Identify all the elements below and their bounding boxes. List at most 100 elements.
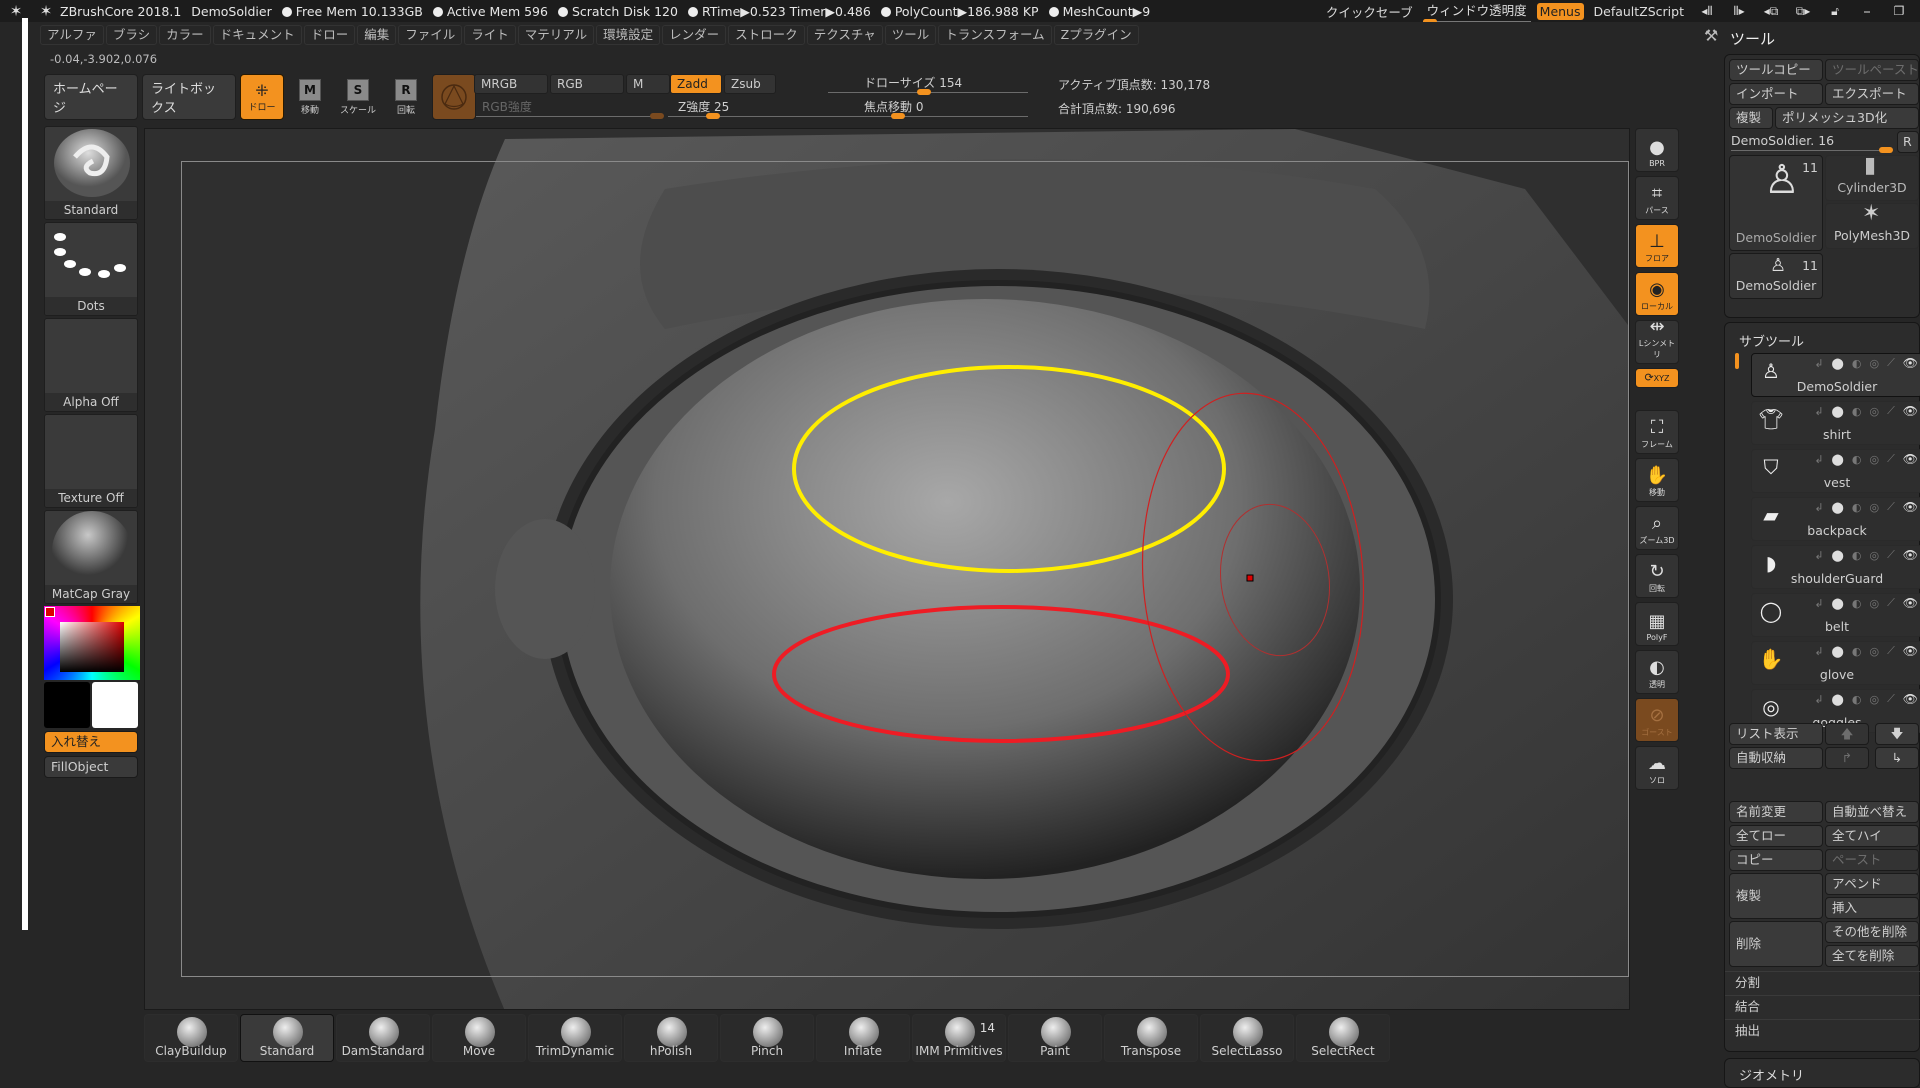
homepage-button[interactable]: ホームページ (44, 74, 138, 120)
double-circle-icon[interactable]: ◎ (1869, 693, 1879, 706)
move-down-button[interactable]: 🡇 (1875, 723, 1919, 745)
swap-colors-button[interactable]: 入れ替え (44, 731, 138, 753)
shelf-button-solo[interactable]: ☁ ソロ (1635, 746, 1679, 790)
texture-selector[interactable]: Texture Off (44, 414, 138, 508)
half-circle-icon[interactable]: ◐ (1852, 357, 1862, 370)
polypaint-toggle-icon[interactable]: ⬤ (1832, 645, 1844, 658)
subtool-paste-button[interactable]: ペースト (1825, 849, 1919, 871)
menu-texture[interactable]: テクスチャ (806, 25, 883, 45)
arrow-merge-icon[interactable]: ↲ (1814, 501, 1823, 514)
shelf-button-local[interactable]: ◉ ローカル (1635, 272, 1679, 316)
delete-button[interactable]: 削除 (1729, 921, 1823, 967)
mrgb-button[interactable]: MRGB (474, 74, 548, 94)
double-circle-icon[interactable]: ◎ (1869, 405, 1879, 418)
menu-transform[interactable]: トランスフォーム (938, 25, 1052, 45)
zsub-button[interactable]: Zsub (724, 74, 776, 94)
insert-button[interactable]: 挿入 (1825, 897, 1919, 919)
brush-icon[interactable]: ⟋ (1887, 644, 1895, 658)
polypaint-toggle-icon[interactable]: ⬤ (1832, 357, 1844, 370)
shelf-button-bpr[interactable]: ● BPR (1635, 128, 1679, 172)
m-button[interactable]: M (626, 74, 670, 94)
eye-visibility-icon[interactable]: 👁︎ (1903, 452, 1918, 466)
brush-button-standard[interactable]: Standard (240, 1014, 334, 1062)
shelf-button-move[interactable]: ✋ 移動 (1635, 458, 1679, 502)
extract-subpalette[interactable]: 抽出 (1725, 1019, 1920, 1041)
minimize-icon[interactable]: ⎯ (1854, 2, 1880, 20)
make-polymesh-button[interactable]: ポリメッシュ3D化 (1775, 107, 1919, 129)
brush-icon[interactable]: ⟋ (1887, 356, 1895, 370)
subtool-item[interactable]: ♙ ↲ ⬤ ◐ ◎ ⟋ 👁︎ DemoSoldier (1751, 353, 1920, 397)
polypaint-toggle-icon[interactable]: ⬤ (1832, 549, 1844, 562)
brush-button-move[interactable]: Move (432, 1014, 526, 1062)
subtool-item[interactable]: 👕︎ ↲ ⬤ ◐ ◎ ⟋ 👁︎ shirt (1751, 401, 1920, 445)
tool-thumb-polymesh3d[interactable]: ✶ PolyMesh3D (1825, 203, 1919, 249)
zadd-button[interactable]: Zadd (670, 74, 722, 94)
alpha-selector[interactable]: Alpha Off (44, 318, 138, 412)
export-button[interactable]: エクスポート (1825, 83, 1919, 105)
material-selector[interactable]: MatCap Gray (44, 510, 138, 604)
menu-document[interactable]: ドキュメント (212, 25, 302, 45)
menu-brush[interactable]: ブラシ (105, 25, 158, 45)
tool-thumb-demosoldier-2[interactable]: 11 ♙ DemoSoldier (1729, 253, 1823, 299)
list-view-button[interactable]: リスト表示 (1729, 723, 1823, 745)
brush-button-pinch[interactable]: Pinch (720, 1014, 814, 1062)
menu-render[interactable]: レンダー (662, 25, 727, 45)
half-circle-icon[interactable]: ◐ (1852, 453, 1862, 466)
arrow-merge-icon[interactable]: ↲ (1814, 693, 1823, 706)
rgb-intensity-knob[interactable] (650, 113, 664, 119)
brush-icon[interactable]: ⟋ (1887, 500, 1895, 514)
menu-zplugin[interactable]: Zプラグイン (1053, 25, 1139, 45)
brush-button-hpolish[interactable]: hPolish (624, 1014, 718, 1062)
subtool-scrollbar[interactable] (1735, 353, 1739, 369)
clone-button[interactable]: 複製 (1729, 107, 1773, 129)
polypaint-toggle-icon[interactable]: ⬤ (1832, 405, 1844, 418)
eye-visibility-icon[interactable]: 👁︎ (1903, 548, 1918, 562)
viewport-canvas[interactable] (144, 128, 1630, 1010)
half-circle-icon[interactable]: ◐ (1852, 693, 1862, 706)
menu-preferences[interactable]: 環境設定 (596, 25, 661, 45)
auto-reorder-button[interactable]: 自動並べ替え (1825, 801, 1919, 823)
polypaint-toggle-icon[interactable]: ⬤ (1832, 453, 1844, 466)
shelf-button-frame[interactable]: ⛶ フレーム (1635, 410, 1679, 454)
brush-button-transpose[interactable]: Transpose (1104, 1014, 1198, 1062)
delete-all-button[interactable]: 全てを削除 (1825, 945, 1919, 967)
draw-mode-button[interactable]: ⁜ ドロー (240, 74, 284, 120)
half-circle-icon[interactable]: ◐ (1852, 405, 1862, 418)
shrink-tray-icon[interactable]: ◂⦀ (1694, 2, 1720, 20)
duplicate-button[interactable]: 複製 (1729, 873, 1823, 919)
shelf-button-floor[interactable]: ⊥ フロア (1635, 224, 1679, 268)
double-circle-icon[interactable]: ◎ (1869, 357, 1879, 370)
import-button[interactable]: インポート (1729, 83, 1823, 105)
subtool-copy-button[interactable]: コピー (1729, 849, 1823, 871)
tool-copy-button[interactable]: ツールコピー (1729, 59, 1823, 81)
geometry-section[interactable]: ジオメトリ (1724, 1058, 1920, 1088)
focal-shift-slider[interactable] (828, 116, 1028, 117)
tool-slider-knob[interactable] (1879, 147, 1893, 153)
brush-icon[interactable]: ⟋ (1887, 404, 1895, 418)
subtool-item[interactable]: ⛉ ↲ ⬤ ◐ ◎ ⟋ 👁︎ vest (1751, 449, 1920, 493)
half-circle-icon[interactable]: ◐ (1852, 645, 1862, 658)
tool-paste-button[interactable]: ツールペースト (1825, 59, 1919, 81)
rename-button[interactable]: 名前変更 (1729, 801, 1823, 823)
secondary-color-swatch[interactable] (92, 682, 138, 728)
color-picker[interactable] (44, 606, 140, 680)
double-circle-icon[interactable]: ◎ (1869, 549, 1879, 562)
polypaint-toggle-icon[interactable]: ⬤ (1832, 597, 1844, 610)
arrow-merge-icon[interactable]: ↲ (1814, 405, 1823, 418)
eye-visibility-icon[interactable]: 👁︎ (1903, 692, 1918, 706)
arrow-merge-icon[interactable]: ↲ (1814, 597, 1823, 610)
next-layout-icon[interactable]: ⧉▸ (1790, 2, 1816, 20)
delete-other-button[interactable]: その他を削除 (1825, 921, 1919, 943)
menu-material[interactable]: マテリアル (517, 25, 595, 45)
menu-edit[interactable]: 編集 (357, 25, 397, 45)
arrow-merge-icon[interactable]: ↲ (1814, 549, 1823, 562)
rgb-button[interactable]: RGB (550, 74, 624, 94)
arrow-merge-icon[interactable]: ↲ (1814, 453, 1823, 466)
brush-button-paint[interactable]: Paint (1008, 1014, 1102, 1062)
subtool-item[interactable]: ▰ ↲ ⬤ ◐ ◎ ⟋ 👁︎ backpack (1751, 497, 1920, 541)
double-circle-icon[interactable]: ◎ (1869, 597, 1879, 610)
polypaint-toggle-icon[interactable]: ⬤ (1832, 501, 1844, 514)
brush-button-inflate[interactable]: Inflate (816, 1014, 910, 1062)
brush-button-selectlasso[interactable]: SelectLasso (1200, 1014, 1294, 1062)
menu-color[interactable]: カラー (159, 25, 211, 45)
